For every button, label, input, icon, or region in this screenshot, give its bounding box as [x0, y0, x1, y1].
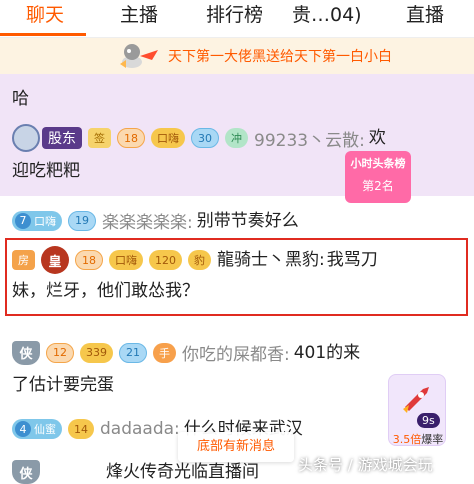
level-badge: 12 — [46, 342, 74, 363]
system-message-text: 烽火传奇光临直播间 — [106, 462, 259, 482]
avatar — [12, 124, 40, 152]
fan-badge: 口嗨 — [151, 128, 185, 148]
hour-ranking-banner[interactable]: 小时头条榜 第2名 — [345, 151, 411, 203]
level-badge: 18 — [75, 250, 103, 270]
level-badge: 18 — [117, 128, 145, 148]
rocket-multiplier: 3.5倍 — [392, 433, 422, 446]
user-name[interactable]: 你吃的屎都香: — [182, 340, 290, 365]
user-name[interactable]: 龍骑士丶黑豹: — [217, 249, 325, 271]
gift-marquee[interactable]: 天下第一大佬黑送给天下第一白小白 — [0, 38, 474, 74]
rocket-timer: 9s — [417, 413, 440, 428]
level-number-badge: 339 — [80, 342, 113, 363]
rocket-multiplier-row: 3.5倍爆率 — [383, 431, 453, 447]
message-text: 401的来 — [293, 342, 361, 363]
rush-badge: 冲 — [225, 128, 248, 148]
tab-noble[interactable]: 贵…04) — [292, 0, 362, 38]
fan-badge: 7 口嗨 — [12, 210, 62, 231]
rocket-lottery-card[interactable]: 9s 3.5倍爆率 — [388, 374, 446, 446]
chat-message: 房 皇 18 口嗨 120 豹 龍骑士丶黑豹: 我骂刀 妹，烂牙，他们敢怂我？ — [0, 244, 474, 314]
user-name[interactable]: dadaada: — [100, 419, 180, 439]
message-text-continued: 了估计要完蛋 — [12, 375, 114, 395]
gift-marquee-text: 天下第一大佬黑送给天下第一白小白 — [168, 49, 392, 65]
tab-bar: 聊天 主播 排行榜 贵…04) 直播 — [0, 0, 474, 38]
sign-badge: 签 — [88, 128, 111, 148]
tab-anchor[interactable]: 主播 — [120, 0, 158, 38]
new-message-toast[interactable]: 底部有新消息 — [178, 432, 294, 462]
tab-ranking[interactable]: 排行榜 — [206, 0, 263, 38]
fan-level-badge: 30 — [191, 128, 219, 148]
vip-name-badge: 股东 — [42, 127, 82, 149]
fan-level-badge: 14 — [68, 419, 94, 439]
banner-title: 小时头条榜 — [350, 157, 406, 170]
fan-badge: 4 仙蜜 — [12, 419, 62, 439]
active-tab-indicator — [0, 33, 86, 36]
user-name[interactable]: 99233丶云散: — [254, 126, 365, 151]
watermark-text: 头条号 / 游戏城会玩 — [298, 456, 433, 474]
fan-level-number: 4 — [15, 421, 31, 437]
message-text: 我骂刀 — [326, 250, 378, 270]
chat-message: 7 口嗨 19 楽楽楽楽楽: 别带节奏好么 — [0, 202, 474, 238]
knight-shield-badge: 侠 — [12, 340, 40, 365]
rocket-gift-icon — [118, 40, 162, 72]
knight-shield-badge: 侠 — [12, 460, 40, 484]
message-text: 欢 — [368, 128, 386, 148]
rocket-label: 爆率 — [421, 433, 444, 446]
fan-level-number: 7 — [15, 212, 31, 229]
banner-rank: 第2名 — [362, 179, 394, 193]
message-text: 哈 — [12, 89, 29, 109]
user-name[interactable]: 楽楽楽楽楽: — [102, 208, 193, 233]
rocket-icon — [399, 383, 435, 413]
crown-badge: 皇 — [41, 246, 69, 274]
message-text-continued: 妹，烂牙，他们敢怂我？ — [12, 281, 199, 301]
fan-level-badge: 19 — [68, 210, 96, 231]
hand-badge: 手 — [153, 342, 176, 363]
message-text-continued: 迎吃粑粑 — [12, 161, 80, 181]
tab-live[interactable]: 直播 — [406, 0, 444, 38]
fan-level-badge: 120 — [149, 250, 182, 270]
message-text: 别带节奏好么 — [196, 210, 299, 231]
chat-message: 哈 — [0, 74, 474, 114]
leopard-badge: 豹 — [188, 250, 211, 270]
fan-badge: 口嗨 — [109, 250, 143, 270]
fan-level-badge: 21 — [119, 342, 147, 363]
room-badge: 房 — [12, 250, 35, 270]
